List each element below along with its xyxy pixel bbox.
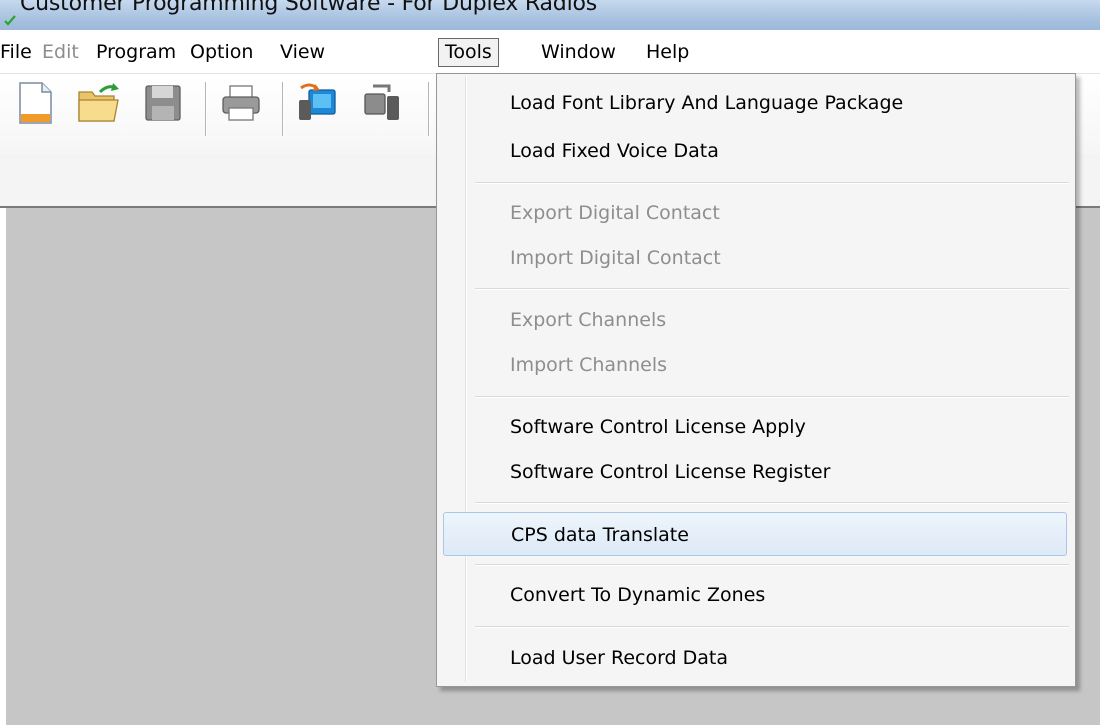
menu-option[interactable]: Option xyxy=(190,39,253,65)
toolbar-separator xyxy=(282,82,284,136)
app-checkmark-icon xyxy=(4,15,16,26)
menu-item-import-digital-contact[interactable]: Import Digital Contact xyxy=(443,236,1067,280)
tools-dropdown-menu: Load Font Library And Language Package L… xyxy=(436,73,1076,687)
new-file-icon[interactable] xyxy=(12,80,58,126)
menu-window[interactable]: Window xyxy=(541,39,616,65)
menu-separator xyxy=(475,288,1069,290)
menu-item-cps-data-translate[interactable]: CPS data Translate xyxy=(443,512,1067,556)
menu-item-license-register[interactable]: Software Control License Register xyxy=(443,450,1067,494)
menu-edit[interactable]: Edit xyxy=(42,39,79,65)
menu-item-import-channels[interactable]: Import Channels xyxy=(443,343,1067,387)
menu-separator xyxy=(475,396,1069,398)
menu-separator xyxy=(475,564,1069,566)
menu-item-export-digital-contact[interactable]: Export Digital Contact xyxy=(443,191,1067,235)
menu-file[interactable]: File xyxy=(0,39,32,65)
menu-item-convert-dynamic-zones[interactable]: Convert To Dynamic Zones xyxy=(443,573,1067,617)
window-title: Customer Programming Software - For Dupl… xyxy=(20,0,598,16)
menu-item-export-channels[interactable]: Export Channels xyxy=(443,298,1067,342)
menu-item-load-font-library[interactable]: Load Font Library And Language Package xyxy=(443,81,1067,125)
open-folder-icon[interactable] xyxy=(76,80,122,126)
menu-help[interactable]: Help xyxy=(646,39,689,65)
menu-program[interactable]: Program xyxy=(96,39,176,65)
menu-separator xyxy=(475,502,1069,504)
print-icon[interactable] xyxy=(218,80,264,126)
save-disk-icon[interactable] xyxy=(140,80,186,126)
menu-separator xyxy=(475,182,1069,184)
read-from-radio-icon[interactable] xyxy=(295,80,341,126)
menu-item-license-apply[interactable]: Software Control License Apply xyxy=(443,405,1067,449)
menu-tools[interactable]: Tools xyxy=(438,38,499,67)
menu-item-load-user-record-data[interactable]: Load User Record Data xyxy=(443,636,1067,680)
menu-separator xyxy=(475,626,1069,628)
menu-item-load-fixed-voice-data[interactable]: Load Fixed Voice Data xyxy=(443,129,1067,173)
menu-view[interactable]: View xyxy=(280,39,325,65)
toolbar-separator xyxy=(205,82,207,136)
menu-bar: File Edit Program Option View Tools Wind… xyxy=(0,30,1100,74)
toolbar-separator xyxy=(428,82,430,136)
title-bar: Customer Programming Software - For Dupl… xyxy=(0,0,1100,30)
write-to-radio-icon[interactable] xyxy=(359,80,405,126)
